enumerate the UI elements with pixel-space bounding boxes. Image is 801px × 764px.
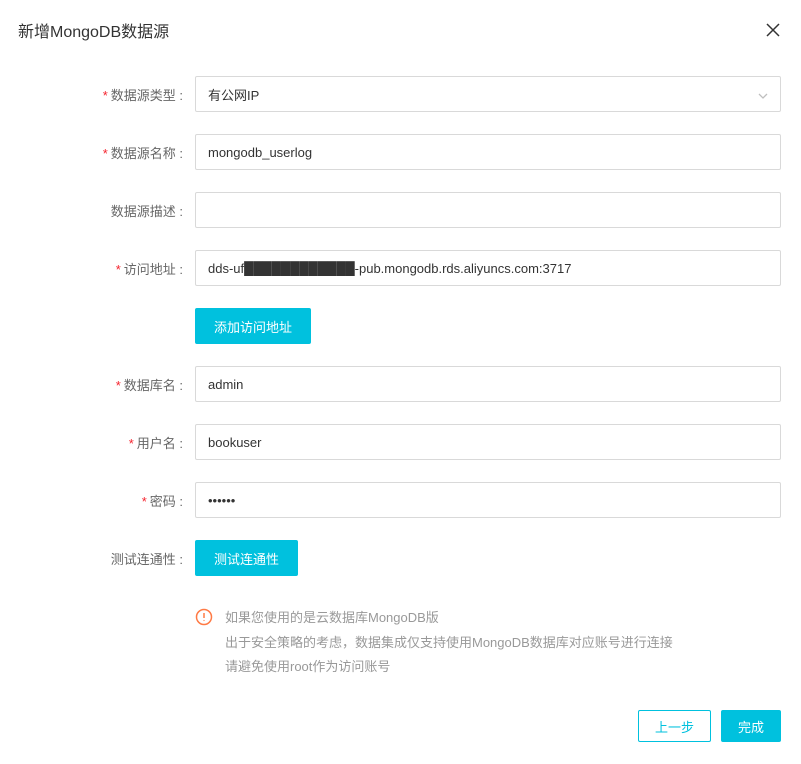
modal-header: 新增MongoDB数据源 [0,0,801,56]
row-pwd: *密码 : [20,482,781,518]
row-user: *用户名 : [20,424,781,460]
test-connection-button[interactable]: 测试连通性 [195,540,298,576]
row-test: 测试连通性 : 测试连通性 [20,540,781,576]
info-icon [195,608,213,626]
prev-button[interactable]: 上一步 [638,710,711,742]
row-type: *数据源类型 : 有公网IP [20,76,781,112]
done-button[interactable]: 完成 [721,710,781,742]
add-mongodb-modal: 新增MongoDB数据源 *数据源类型 : 有公网IP *数据源名称 : [0,0,801,764]
desc-input[interactable] [195,192,781,228]
close-icon [766,23,780,37]
label-desc: 数据源描述 : [20,201,195,220]
required-star: * [142,494,147,509]
info-line-3: 请避免使用root作为访问账号 [225,655,673,680]
row-name: *数据源名称 : [20,134,781,170]
modal-title: 新增MongoDB数据源 [18,18,169,42]
label-test: 测试连通性 : [20,549,195,568]
label-pwd: *密码 : [20,491,195,510]
modal-body: *数据源类型 : 有公网IP *数据源名称 : 数据源描述 : [0,56,801,696]
label-user: *用户名 : [20,433,195,452]
row-addr: *访问地址 : [20,250,781,286]
info-line-1: 如果您使用的是云数据库MongoDB版 [225,606,673,631]
name-input[interactable] [195,134,781,170]
row-desc: 数据源描述 : [20,192,781,228]
required-star: * [129,436,134,451]
info-text: 如果您使用的是云数据库MongoDB版 出于安全策略的考虑，数据集成仅支持使用M… [225,606,673,680]
chevron-down-icon [758,87,768,102]
user-input[interactable] [195,424,781,460]
label-type: *数据源类型 : [20,85,195,104]
row-add-addr: 添加访问地址 [20,308,781,344]
add-address-button[interactable]: 添加访问地址 [195,308,311,344]
info-line-2: 出于安全策略的考虑，数据集成仅支持使用MongoDB数据库对应账号进行连接 [225,631,673,656]
required-star: * [116,262,121,277]
label-addr: *访问地址 : [20,259,195,278]
row-db: *数据库名 : [20,366,781,402]
required-star: * [103,88,108,103]
required-star: * [103,146,108,161]
addr-input[interactable] [195,250,781,286]
modal-footer: 上一步 完成 [0,696,801,764]
label-db: *数据库名 : [20,375,195,394]
close-button[interactable] [765,22,781,38]
label-name: *数据源名称 : [20,143,195,162]
pwd-input[interactable] [195,482,781,518]
required-star: * [116,378,121,393]
info-box: 如果您使用的是云数据库MongoDB版 出于安全策略的考虑，数据集成仅支持使用M… [195,598,781,680]
type-select[interactable]: 有公网IP [195,76,781,112]
type-select-value: 有公网IP [208,85,259,104]
db-input[interactable] [195,366,781,402]
